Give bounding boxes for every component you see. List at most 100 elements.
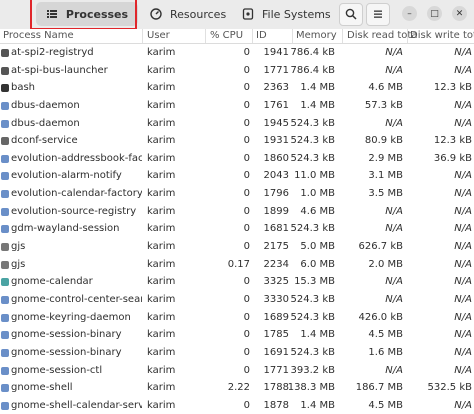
table-row[interactable]: dconf-service karim 0 1931 524.3 kB 80.9 kB 12… [0, 132, 474, 150]
process-icon [1, 260, 9, 269]
process-id: 1878 [263, 399, 289, 411]
process-user: karim [147, 276, 176, 288]
process-cpu: 0 [243, 311, 250, 323]
table-row[interactable]: gnome-shell karim 2.22 1788 138.3 MB 186.7 MB… [0, 379, 474, 397]
process-user: karim [147, 82, 176, 94]
process-memory: 524.3 kB [290, 223, 335, 235]
column-divider [142, 29, 143, 43]
column-disk-write[interactable]: Disk write tot [410, 30, 474, 41]
process-name: evolution-addressbook-factory [11, 152, 142, 164]
table-row[interactable]: evolution-calendar-factory karim 0 1796 1.0 … [0, 185, 474, 203]
process-disk-write: N/A [454, 170, 472, 182]
process-table: at-spi2-registryd karim 0 1941 786.4 kB N/A N/… [0, 44, 474, 414]
process-disk-read: 80.9 kB [364, 135, 403, 147]
process-user: karim [147, 99, 176, 111]
process-disk-read: N/A [385, 276, 403, 288]
process-cpu: 0 [243, 276, 250, 288]
process-disk-write: N/A [454, 47, 472, 58]
process-id: 1681 [263, 223, 289, 235]
process-disk-write: N/A [454, 205, 472, 217]
process-disk-write: N/A [454, 117, 472, 129]
process-memory: 1.4 MB [300, 99, 335, 111]
menu-button[interactable] [366, 3, 390, 26]
process-id: 1788 [263, 382, 289, 394]
table-row[interactable]: evolution-source-registry karim 0 1899 4.6 M… [0, 203, 474, 221]
close-button[interactable]: ✕ [452, 6, 467, 21]
process-user: karim [147, 117, 176, 129]
maximize-button[interactable]: □ [427, 6, 442, 21]
tab-file-systems-label: File Systems [262, 7, 331, 21]
table-row[interactable]: evolution-alarm-notify karim 0 2043 11.0 MB 3… [0, 167, 474, 185]
process-memory: 138.3 MB [287, 382, 335, 394]
process-cpu: 0 [243, 364, 250, 376]
process-icon [1, 295, 9, 304]
column-divider [252, 29, 253, 43]
minimize-button[interactable]: – [402, 6, 417, 21]
process-disk-read: N/A [385, 205, 403, 217]
tab-processes-label: Processes [65, 7, 129, 21]
process-name: gjs [11, 241, 26, 253]
table-row[interactable]: gnome-session-binary karim 0 1691 524.3 kB 1.… [0, 344, 474, 362]
process-memory: 1.4 MB [300, 329, 335, 341]
process-id: 1931 [263, 135, 289, 147]
tab-resources[interactable]: Resources [150, 2, 226, 26]
process-icon [1, 137, 9, 146]
process-name: at-spi2-registryd [11, 47, 94, 58]
table-row[interactable]: at-spi2-registryd karim 0 1941 786.4 kB N/A N/… [0, 44, 474, 62]
process-memory: 524.3 kB [290, 346, 335, 358]
process-disk-read: 4.5 MB [368, 399, 403, 411]
table-row[interactable]: evolution-addressbook-factory karim 0 18605… [0, 150, 474, 168]
process-disk-read: 426.0 kB [358, 311, 403, 323]
process-user: karim [147, 382, 176, 394]
column-cpu[interactable]: % CPU [210, 30, 243, 41]
table-row[interactable]: gdm-wayland-session karim 0 1681 524.3 kB N/A… [0, 220, 474, 238]
table-row[interactable]: dbus-daemon karim 0 1761 1.4 MB 57.3 kB N/A [0, 97, 474, 115]
table-row[interactable]: gjs karim 0.17 2234 6.0 MB 2.0 MB N/A [0, 256, 474, 274]
process-user: karim [147, 364, 176, 376]
process-cpu: 0 [243, 329, 250, 341]
process-name: gnome-shell [11, 382, 73, 394]
disk-icon [242, 8, 254, 20]
table-row[interactable]: gnome-session-binary karim 0 1785 1.4 MB 4.5 … [0, 326, 474, 344]
table-row[interactable]: gjs karim 0 2175 5.0 MB 626.7 kB N/A [0, 238, 474, 256]
search-button[interactable] [339, 3, 363, 26]
process-user: karim [147, 64, 176, 76]
table-row[interactable]: at-spi-bus-launcher karim 0 1771 786.4 kB N/A… [0, 62, 474, 80]
process-icon [1, 401, 9, 410]
column-memory[interactable]: Memory [296, 30, 337, 41]
column-user[interactable]: User [147, 30, 170, 41]
table-row[interactable]: gnome-control-center-search-p karim 0 33305… [0, 291, 474, 309]
process-memory: 1.4 MB [300, 82, 335, 94]
process-name: at-spi-bus-launcher [11, 64, 108, 76]
table-row[interactable]: dbus-daemon karim 0 1945 524.3 kB N/A N/A [0, 115, 474, 133]
process-user: karim [147, 152, 176, 164]
table-row[interactable]: gnome-calendar karim 0 3325 15.3 MB N/A N/A [0, 273, 474, 291]
process-disk-write: N/A [454, 311, 472, 323]
process-cpu: 0.17 [227, 258, 250, 270]
process-id: 1771 [263, 364, 289, 376]
process-id: 2234 [263, 258, 289, 270]
table-row[interactable]: gnome-shell-calendar-server karim 0 1878 1.4… [0, 397, 474, 414]
table-row[interactable]: gnome-keyring-daemon karim 0 1689 524.3 kB 42… [0, 309, 474, 327]
process-disk-write: N/A [454, 346, 472, 358]
process-cpu: 2.22 [227, 382, 250, 394]
process-user: karim [147, 258, 176, 270]
process-icon [1, 66, 9, 75]
process-id: 1771 [263, 64, 289, 76]
process-disk-write: N/A [454, 258, 472, 270]
process-disk-read: 2.0 MB [368, 258, 403, 270]
tab-processes[interactable]: Processes [36, 2, 138, 26]
process-memory: 786.4 kB [290, 47, 335, 58]
process-icon [1, 348, 9, 357]
table-row[interactable]: bash karim 0 2363 1.4 MB 4.6 MB 12.3 kB [0, 79, 474, 97]
column-id[interactable]: ID [256, 30, 267, 41]
process-cpu: 0 [243, 346, 250, 358]
tab-file-systems[interactable]: File Systems [242, 2, 331, 26]
table-row[interactable]: gnome-session-ctl karim 0 1771 393.2 kB N/A N/… [0, 362, 474, 380]
column-process-name[interactable]: Process Name [3, 30, 74, 41]
process-icon [1, 278, 9, 287]
process-id: 2175 [263, 241, 289, 253]
gauge-icon [150, 8, 162, 20]
process-cpu: 0 [243, 47, 250, 58]
process-cpu: 0 [243, 399, 250, 411]
